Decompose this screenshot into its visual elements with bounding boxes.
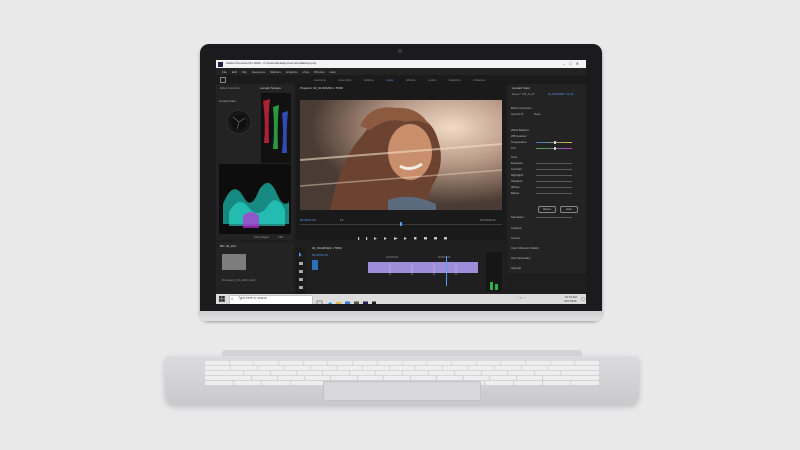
- playhead[interactable]: [400, 222, 402, 226]
- window-controls[interactable]: –□✕: [563, 61, 583, 66]
- timeline-tab[interactable]: 02_SCARVES x TRIM: [312, 246, 342, 250]
- input-lut-value[interactable]: None: [534, 112, 541, 116]
- workspace-color[interactable]: Color: [386, 78, 393, 82]
- temperature-label: Temperature: [511, 140, 527, 144]
- rgb-parade: [261, 93, 291, 163]
- menu-help[interactable]: Help: [329, 70, 335, 74]
- ruler-mark-1: 00:00:00:00: [386, 257, 399, 259]
- whites-label: Whites: [511, 185, 520, 189]
- workspace-editing[interactable]: Editing: [364, 78, 373, 82]
- program-monitor-tab[interactable]: Program: 02_SCARVES x TRIM: [300, 86, 343, 90]
- color-wheels-header[interactable]: Color Wheels & Match: [511, 246, 539, 250]
- close-icon[interactable]: ✕: [576, 61, 583, 66]
- basic-correction-header[interactable]: Basic Correction: [511, 106, 532, 110]
- home-icon[interactable]: [220, 77, 226, 83]
- tab-effect-controls[interactable]: Effect Controls: [220, 86, 240, 90]
- window-title: Adobe Premiere Pro 2020 - C:\Users\Deskt…: [226, 61, 317, 65]
- task-view-icon: [316, 300, 323, 304]
- tray-icons[interactable]: ⌃ ▭ ◔: [516, 296, 525, 300]
- exposure-slider[interactable]: [536, 163, 572, 164]
- project-bin-tab[interactable]: Bin: 02_b01: [220, 244, 236, 248]
- blacks-label: Blacks: [511, 191, 520, 195]
- video-frame: [300, 100, 502, 210]
- tools-panel: [296, 248, 306, 294]
- zoom-fit[interactable]: Fit: [340, 218, 343, 222]
- contrast-label: Contrast: [511, 167, 522, 171]
- input-lut-label: Input LUT: [511, 112, 524, 116]
- menu-sequence[interactable]: Sequence: [252, 70, 266, 74]
- webcam: [398, 49, 402, 53]
- workspace-audio[interactable]: Audio: [428, 78, 436, 82]
- windows-start-icon[interactable]: [219, 296, 225, 302]
- hsl-secondary-header[interactable]: HSL Secondary: [511, 256, 531, 260]
- wb-selector-label[interactable]: WB Selector: [511, 134, 527, 138]
- auto-button[interactable]: Auto: [560, 206, 578, 213]
- menu-file[interactable]: File: [222, 70, 227, 74]
- contrast-slider[interactable]: [536, 169, 572, 170]
- vignette-header[interactable]: Vignette: [511, 266, 521, 270]
- workspace-libraries[interactable]: Libraries: [473, 78, 485, 82]
- workspace-assembly[interactable]: Assembly: [338, 78, 351, 82]
- highlights-label: Highlights: [511, 173, 524, 177]
- tablet-edge: [200, 311, 602, 321]
- tint-label: Tint: [511, 146, 516, 150]
- menu-view[interactable]: View: [303, 70, 309, 74]
- program-timecode[interactable]: 00:00:01:03: [300, 218, 316, 222]
- lumetri-clip[interactable]: 02_SCARVES * 04_03: [548, 93, 573, 96]
- tab-lumetri-scopes[interactable]: Lumetri Scopes: [260, 86, 281, 90]
- blacks-slider[interactable]: [536, 193, 572, 194]
- menu-edit[interactable]: Edit: [232, 70, 237, 74]
- tint-knob[interactable]: [554, 146, 556, 150]
- clip-thumbnail[interactable]: [222, 254, 246, 270]
- search-placeholder: Type here to search: [238, 296, 268, 300]
- screen: Adobe Premiere Pro 2020 - C:\Users\Deskt…: [216, 60, 586, 304]
- timeline-playhead[interactable]: [446, 256, 447, 286]
- lumetri-master[interactable]: Master * 04Z_03_02: [512, 93, 535, 96]
- shadows-slider[interactable]: [536, 181, 572, 182]
- notification-icon[interactable]: ▢: [581, 296, 585, 301]
- premiere-logo-icon: [218, 61, 223, 67]
- menu-window[interactable]: Window: [314, 70, 325, 74]
- curves-header[interactable]: Curves: [511, 236, 520, 240]
- project-item-name[interactable]: Previewed_0_01_2020_0.wtm: [222, 279, 256, 282]
- search-icon: ⌕: [231, 295, 234, 301]
- workspace-effects[interactable]: Effects: [406, 78, 415, 82]
- timeline-clip[interactable]: [368, 262, 478, 275]
- touchpad[interactable]: [323, 381, 481, 401]
- track-v1[interactable]: [312, 260, 318, 270]
- lumetri-fx-label: Lumetri Color: [219, 99, 236, 103]
- window-titlebar: Adobe Premiere Pro 2020 - C:\Users\Deskt…: [216, 60, 586, 68]
- taskbar-apps: [316, 295, 376, 304]
- reset-button[interactable]: Reset: [538, 206, 556, 213]
- menu-clip[interactable]: Clip: [242, 70, 247, 74]
- shadows-label: Shadows: [511, 179, 523, 183]
- exposure-label: Exposure: [511, 161, 523, 165]
- program-duration: 00:00:09:21: [480, 218, 496, 222]
- menu-markers[interactable]: Markers: [270, 70, 281, 74]
- white-balance-label: White Balance: [511, 128, 530, 132]
- timeline-timecode[interactable]: 00:00:01:03: [312, 253, 328, 257]
- bit-depth-label[interactable]: 8 Bit: [278, 236, 283, 239]
- tab-lumetri-color[interactable]: Lumetri Color: [512, 86, 530, 90]
- workspace-learning[interactable]: Learning: [314, 78, 326, 82]
- saturation-slider[interactable]: [536, 217, 572, 218]
- vectorscope: [227, 110, 251, 134]
- menu-bar: File Edit Clip Sequence Markers Graphics…: [216, 68, 586, 75]
- saturation-label: Saturation: [511, 215, 524, 219]
- audio-meters: [486, 252, 502, 292]
- ruler-mark-2: 00:00:01:00: [438, 257, 451, 259]
- workspace-graphics[interactable]: Graphics: [449, 78, 461, 82]
- transport-controls: [356, 228, 456, 240]
- creative-header[interactable]: Creative: [511, 226, 521, 230]
- tone-label: Tone: [511, 155, 518, 159]
- clamp-signal-label[interactable]: Clamp Signal: [254, 236, 269, 239]
- highlights-slider[interactable]: [536, 175, 572, 176]
- menu-graphics[interactable]: Graphics: [286, 70, 298, 74]
- clock-date[interactable]: 4/27/2020: [564, 299, 576, 303]
- whites-slider[interactable]: [536, 187, 572, 188]
- waveform-scope: [219, 164, 291, 234]
- temperature-knob[interactable]: [554, 140, 556, 144]
